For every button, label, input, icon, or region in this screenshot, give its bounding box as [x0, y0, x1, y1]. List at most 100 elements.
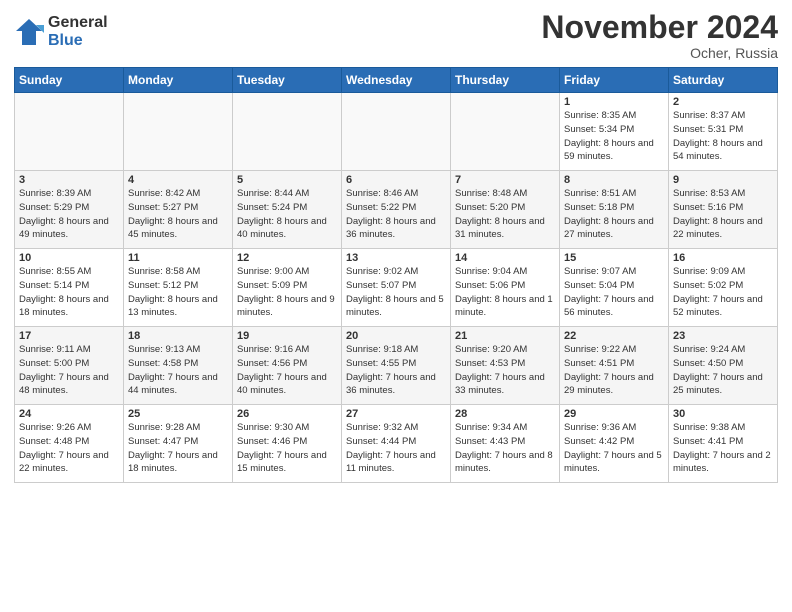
day-info: Sunrise: 9:34 AM Sunset: 4:43 PM Dayligh… — [455, 421, 555, 476]
day-number: 3 — [19, 174, 119, 186]
day-info: Sunrise: 9:04 AM Sunset: 5:06 PM Dayligh… — [455, 265, 555, 320]
calendar-cell: 8Sunrise: 8:51 AM Sunset: 5:18 PM Daylig… — [560, 171, 669, 249]
day-number: 26 — [237, 408, 337, 420]
calendar-cell: 16Sunrise: 9:09 AM Sunset: 5:02 PM Dayli… — [669, 249, 778, 327]
day-number: 10 — [19, 252, 119, 264]
day-info: Sunrise: 9:30 AM Sunset: 4:46 PM Dayligh… — [237, 421, 337, 476]
day-number: 17 — [19, 330, 119, 342]
calendar-cell — [124, 93, 233, 171]
day-info: Sunrise: 8:51 AM Sunset: 5:18 PM Dayligh… — [564, 187, 664, 242]
day-info: Sunrise: 9:02 AM Sunset: 5:07 PM Dayligh… — [346, 265, 446, 320]
calendar-cell: 3Sunrise: 8:39 AM Sunset: 5:29 PM Daylig… — [15, 171, 124, 249]
calendar-cell: 28Sunrise: 9:34 AM Sunset: 4:43 PM Dayli… — [451, 405, 560, 483]
logo: General Blue — [14, 14, 108, 49]
day-number: 21 — [455, 330, 555, 342]
header-row: Sunday Monday Tuesday Wednesday Thursday… — [15, 68, 778, 93]
day-info: Sunrise: 8:37 AM Sunset: 5:31 PM Dayligh… — [673, 109, 773, 164]
calendar-week-2: 10Sunrise: 8:55 AM Sunset: 5:14 PM Dayli… — [15, 249, 778, 327]
day-info: Sunrise: 8:35 AM Sunset: 5:34 PM Dayligh… — [564, 109, 664, 164]
day-number: 2 — [673, 96, 773, 108]
day-info: Sunrise: 8:46 AM Sunset: 5:22 PM Dayligh… — [346, 187, 446, 242]
day-number: 23 — [673, 330, 773, 342]
day-number: 15 — [564, 252, 664, 264]
calendar-header: Sunday Monday Tuesday Wednesday Thursday… — [15, 68, 778, 93]
day-number: 28 — [455, 408, 555, 420]
day-number: 14 — [455, 252, 555, 264]
calendar-cell: 18Sunrise: 9:13 AM Sunset: 4:58 PM Dayli… — [124, 327, 233, 405]
day-info: Sunrise: 9:24 AM Sunset: 4:50 PM Dayligh… — [673, 343, 773, 398]
calendar-cell: 11Sunrise: 8:58 AM Sunset: 5:12 PM Dayli… — [124, 249, 233, 327]
logo-icon — [14, 17, 44, 47]
day-number: 1 — [564, 96, 664, 108]
day-info: Sunrise: 9:32 AM Sunset: 4:44 PM Dayligh… — [346, 421, 446, 476]
day-info: Sunrise: 8:55 AM Sunset: 5:14 PM Dayligh… — [19, 265, 119, 320]
day-number: 13 — [346, 252, 446, 264]
logo-text: General Blue — [48, 14, 108, 49]
calendar-cell: 14Sunrise: 9:04 AM Sunset: 5:06 PM Dayli… — [451, 249, 560, 327]
calendar-cell: 23Sunrise: 9:24 AM Sunset: 4:50 PM Dayli… — [669, 327, 778, 405]
calendar-week-3: 17Sunrise: 9:11 AM Sunset: 5:00 PM Dayli… — [15, 327, 778, 405]
day-info: Sunrise: 9:07 AM Sunset: 5:04 PM Dayligh… — [564, 265, 664, 320]
calendar-cell: 25Sunrise: 9:28 AM Sunset: 4:47 PM Dayli… — [124, 405, 233, 483]
day-number: 27 — [346, 408, 446, 420]
day-info: Sunrise: 9:13 AM Sunset: 4:58 PM Dayligh… — [128, 343, 228, 398]
calendar-cell: 26Sunrise: 9:30 AM Sunset: 4:46 PM Dayli… — [233, 405, 342, 483]
calendar-cell: 20Sunrise: 9:18 AM Sunset: 4:55 PM Dayli… — [342, 327, 451, 405]
calendar-cell: 4Sunrise: 8:42 AM Sunset: 5:27 PM Daylig… — [124, 171, 233, 249]
calendar-cell: 30Sunrise: 9:38 AM Sunset: 4:41 PM Dayli… — [669, 405, 778, 483]
day-number: 29 — [564, 408, 664, 420]
col-sunday: Sunday — [15, 68, 124, 93]
calendar-cell: 6Sunrise: 8:46 AM Sunset: 5:22 PM Daylig… — [342, 171, 451, 249]
calendar-cell: 19Sunrise: 9:16 AM Sunset: 4:56 PM Dayli… — [233, 327, 342, 405]
day-info: Sunrise: 9:20 AM Sunset: 4:53 PM Dayligh… — [455, 343, 555, 398]
day-info: Sunrise: 8:42 AM Sunset: 5:27 PM Dayligh… — [128, 187, 228, 242]
day-info: Sunrise: 9:36 AM Sunset: 4:42 PM Dayligh… — [564, 421, 664, 476]
col-tuesday: Tuesday — [233, 68, 342, 93]
day-info: Sunrise: 9:16 AM Sunset: 4:56 PM Dayligh… — [237, 343, 337, 398]
day-info: Sunrise: 8:44 AM Sunset: 5:24 PM Dayligh… — [237, 187, 337, 242]
calendar-cell — [342, 93, 451, 171]
col-saturday: Saturday — [669, 68, 778, 93]
title-section: November 2024 Ocher, Russia — [541, 10, 778, 61]
calendar-cell: 13Sunrise: 9:02 AM Sunset: 5:07 PM Dayli… — [342, 249, 451, 327]
day-number: 8 — [564, 174, 664, 186]
calendar-cell: 2Sunrise: 8:37 AM Sunset: 5:31 PM Daylig… — [669, 93, 778, 171]
calendar-cell: 5Sunrise: 8:44 AM Sunset: 5:24 PM Daylig… — [233, 171, 342, 249]
col-thursday: Thursday — [451, 68, 560, 93]
day-number: 11 — [128, 252, 228, 264]
day-info: Sunrise: 8:39 AM Sunset: 5:29 PM Dayligh… — [19, 187, 119, 242]
calendar-cell: 24Sunrise: 9:26 AM Sunset: 4:48 PM Dayli… — [15, 405, 124, 483]
day-number: 5 — [237, 174, 337, 186]
calendar-week-0: 1Sunrise: 8:35 AM Sunset: 5:34 PM Daylig… — [15, 93, 778, 171]
day-number: 7 — [455, 174, 555, 186]
calendar-cell: 10Sunrise: 8:55 AM Sunset: 5:14 PM Dayli… — [15, 249, 124, 327]
calendar-cell: 22Sunrise: 9:22 AM Sunset: 4:51 PM Dayli… — [560, 327, 669, 405]
day-number: 12 — [237, 252, 337, 264]
page-container: General Blue November 2024 Ocher, Russia… — [0, 0, 792, 491]
calendar-table: Sunday Monday Tuesday Wednesday Thursday… — [14, 67, 778, 483]
day-info: Sunrise: 9:11 AM Sunset: 5:00 PM Dayligh… — [19, 343, 119, 398]
day-number: 6 — [346, 174, 446, 186]
calendar-week-1: 3Sunrise: 8:39 AM Sunset: 5:29 PM Daylig… — [15, 171, 778, 249]
logo-general: General — [48, 14, 108, 32]
day-number: 22 — [564, 330, 664, 342]
day-number: 16 — [673, 252, 773, 264]
day-number: 24 — [19, 408, 119, 420]
day-number: 9 — [673, 174, 773, 186]
calendar-cell: 12Sunrise: 9:00 AM Sunset: 5:09 PM Dayli… — [233, 249, 342, 327]
calendar-cell: 15Sunrise: 9:07 AM Sunset: 5:04 PM Dayli… — [560, 249, 669, 327]
location: Ocher, Russia — [541, 45, 778, 61]
calendar-week-4: 24Sunrise: 9:26 AM Sunset: 4:48 PM Dayli… — [15, 405, 778, 483]
calendar-cell: 7Sunrise: 8:48 AM Sunset: 5:20 PM Daylig… — [451, 171, 560, 249]
calendar-cell: 21Sunrise: 9:20 AM Sunset: 4:53 PM Dayli… — [451, 327, 560, 405]
calendar-cell — [451, 93, 560, 171]
col-friday: Friday — [560, 68, 669, 93]
day-info: Sunrise: 9:18 AM Sunset: 4:55 PM Dayligh… — [346, 343, 446, 398]
col-wednesday: Wednesday — [342, 68, 451, 93]
day-number: 20 — [346, 330, 446, 342]
calendar-cell: 1Sunrise: 8:35 AM Sunset: 5:34 PM Daylig… — [560, 93, 669, 171]
day-number: 30 — [673, 408, 773, 420]
day-number: 25 — [128, 408, 228, 420]
day-info: Sunrise: 8:53 AM Sunset: 5:16 PM Dayligh… — [673, 187, 773, 242]
day-info: Sunrise: 9:26 AM Sunset: 4:48 PM Dayligh… — [19, 421, 119, 476]
